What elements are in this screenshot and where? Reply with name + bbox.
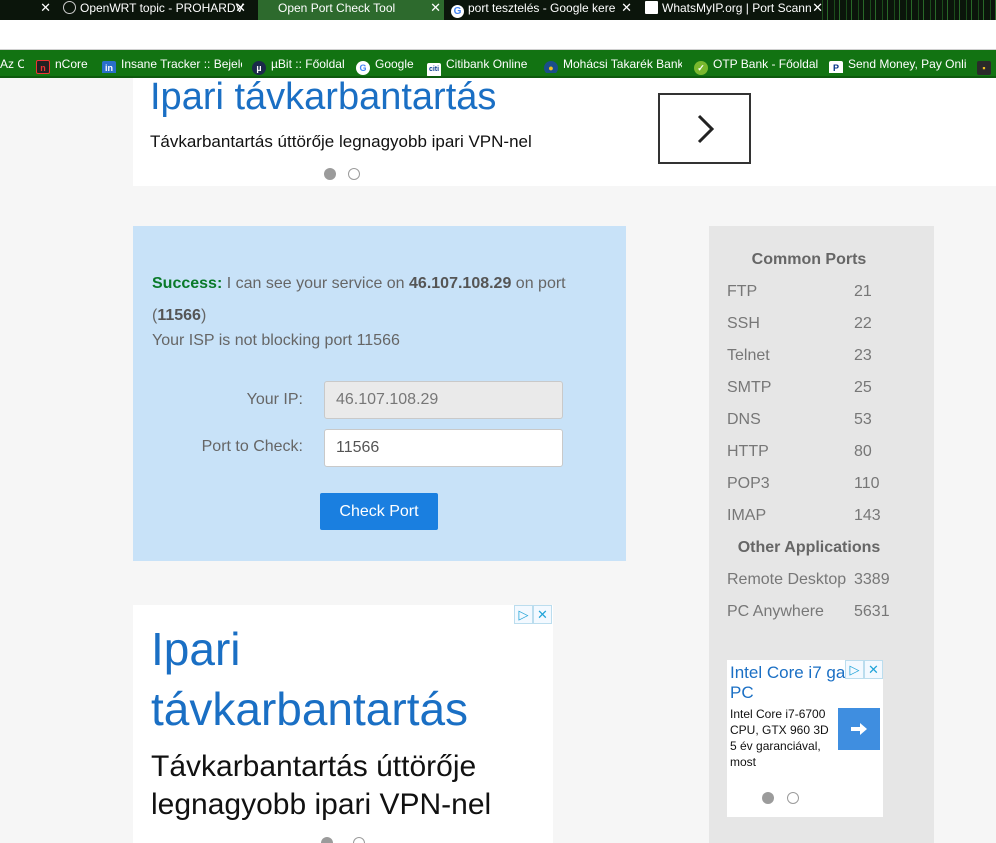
tabbar-background bbox=[816, 0, 996, 20]
folder-icon: ▪ bbox=[977, 61, 991, 75]
browser-tab-bar: ✕ OpenWRT topic - PROHARDV ✕ Open Port C… bbox=[0, 0, 996, 20]
ad-pager-dot-active[interactable] bbox=[762, 792, 774, 804]
bottom-ad-banner[interactable]: ▷ ✕ Ipari távkarbantartás Távkarbantartás… bbox=[133, 605, 553, 843]
tab-label: WhatsMyIP.org | Port Scann bbox=[662, 1, 812, 15]
tab-whatsmyip[interactable]: WhatsMyIP.org | Port Scann ✕ bbox=[645, 0, 823, 20]
citibank-icon: citi bbox=[427, 63, 441, 76]
app-port: 5631 bbox=[854, 603, 890, 620]
bookmark-item[interactable]: ▪ bbox=[977, 55, 996, 75]
port-number: 110 bbox=[854, 475, 880, 492]
ad-headline[interactable]: Ipari távkarbantartás bbox=[151, 619, 553, 739]
address-bar-area[interactable] bbox=[0, 20, 996, 50]
adchoices-icon[interactable]: ▷ bbox=[845, 660, 864, 679]
google-icon: G bbox=[356, 61, 370, 75]
tab-close-partial[interactable]: ✕ bbox=[37, 0, 51, 20]
bookmark-item[interactable]: in Insane Tracker :: Bejele bbox=[102, 55, 242, 73]
ip-field[interactable] bbox=[324, 381, 563, 419]
port-name[interactable]: POP3 bbox=[727, 475, 770, 493]
bookmark-item[interactable]: P Send Money, Pay Onli bbox=[829, 55, 967, 73]
close-icon[interactable]: ✕ bbox=[621, 0, 632, 15]
bookmark-item[interactable]: ✓ OTP Bank - Főoldal bbox=[694, 55, 818, 75]
ad-go-button[interactable] bbox=[838, 708, 880, 750]
arrow-right-icon bbox=[851, 723, 867, 735]
success-label: Success: bbox=[152, 275, 223, 292]
port-number: 25 bbox=[854, 379, 872, 396]
app-port: 3389 bbox=[854, 571, 890, 588]
port-name[interactable]: SMTP bbox=[727, 379, 771, 397]
ad-choices[interactable]: ▷ ✕ bbox=[845, 660, 883, 680]
common-ports-title: Common Ports bbox=[751, 251, 867, 268]
bookmark-item[interactable]: citi Citibank Online bbox=[427, 55, 527, 76]
bookmarks-bar: Az C n nCore in Insane Tracker :: Bejele µ… bbox=[0, 50, 996, 78]
close-icon[interactable]: ✕ bbox=[40, 0, 51, 15]
ncore-icon: n bbox=[36, 60, 50, 74]
tab-label: OpenWRT topic - PROHARDV bbox=[80, 1, 244, 15]
close-icon[interactable]: ✕ bbox=[864, 660, 883, 679]
ad-subline: Távkarbantartás úttörője legnagyobb ipar… bbox=[150, 132, 532, 151]
favicon-icon bbox=[645, 1, 658, 14]
ad-pager-dot[interactable] bbox=[353, 837, 365, 843]
ip-label: Your IP: bbox=[246, 391, 303, 408]
tab-google-search[interactable]: Gport tesztelés - Google kere ✕ bbox=[451, 0, 632, 20]
bookmark-item[interactable]: Az C bbox=[0, 55, 24, 73]
app-name[interactable]: PC Anywhere bbox=[727, 603, 824, 621]
ad-pager-dot-active[interactable] bbox=[324, 168, 336, 180]
port-name[interactable]: SSH bbox=[727, 315, 760, 333]
insane-tracker-icon: in bbox=[102, 61, 116, 73]
bank-icon: ● bbox=[544, 61, 558, 73]
close-icon[interactable]: ✕ bbox=[812, 0, 823, 15]
port-name[interactable]: HTTP bbox=[727, 443, 769, 461]
result-port: 11566 bbox=[157, 307, 201, 324]
ad-subline: Távkarbantartás úttörője legnagyobb ipar… bbox=[151, 750, 492, 821]
bookmark-item[interactable]: ● Mohácsi Takarék Bank bbox=[544, 55, 682, 73]
ad-headline[interactable]: Ipari távkarbantartás bbox=[150, 76, 496, 119]
paypal-icon: P bbox=[829, 61, 843, 73]
bookmark-item[interactable]: µ µBit :: Főoldal bbox=[252, 55, 345, 75]
ad-description: Intel Core i7-6700 CPU, GTX 960 3D 5 év … bbox=[730, 707, 829, 769]
close-icon[interactable]: ✕ bbox=[235, 0, 246, 15]
other-applications-title: Other Applications bbox=[737, 539, 881, 556]
port-number: 23 bbox=[854, 347, 872, 364]
tab-openwrt[interactable]: OpenWRT topic - PROHARDV ✕ bbox=[63, 0, 246, 20]
top-ad-banner[interactable]: Ipari távkarbantartás Távkarbantartás út… bbox=[133, 76, 996, 186]
port-label: Port to Check: bbox=[201, 438, 303, 455]
otp-icon: ✓ bbox=[694, 61, 708, 75]
sidebar: Common Ports FTP 21 SSH 22 Telnet 23 SMT… bbox=[709, 226, 934, 843]
close-icon[interactable]: ✕ bbox=[430, 0, 441, 15]
ubit-icon: µ bbox=[252, 61, 266, 75]
port-name[interactable]: Telnet bbox=[727, 347, 770, 365]
result-message: Success: I can see your service on 46.10… bbox=[152, 275, 566, 324]
tab-open-port-check[interactable]: Open Port Check Tool ✕ bbox=[258, 0, 444, 20]
app-name[interactable]: Remote Desktop bbox=[727, 571, 846, 589]
favicon-icon bbox=[63, 1, 76, 14]
port-number: 21 bbox=[854, 283, 872, 300]
tab-label: port tesztelés - Google kere bbox=[468, 1, 616, 15]
port-check-panel: Success: I can see your service on 46.10… bbox=[133, 226, 626, 561]
ad-next-button[interactable] bbox=[658, 93, 751, 164]
ad-pager-dot[interactable] bbox=[787, 792, 799, 804]
port-number: 143 bbox=[854, 507, 881, 524]
ad-pager-dot-active[interactable] bbox=[321, 837, 333, 843]
check-port-button[interactable]: Check Port bbox=[320, 493, 438, 530]
port-name[interactable]: DNS bbox=[727, 411, 761, 429]
sidebar-ad[interactable]: Intel Core i7 gamer PC ▷ ✕ Intel Core i7-… bbox=[727, 660, 883, 817]
port-number: 80 bbox=[854, 443, 872, 460]
port-name[interactable]: FTP bbox=[727, 283, 757, 301]
result-ip: 46.107.108.29 bbox=[409, 275, 512, 292]
tab-label: Open Port Check Tool bbox=[278, 1, 396, 15]
ad-pager-dot[interactable] bbox=[348, 168, 360, 180]
bookmark-item[interactable]: n nCore bbox=[36, 55, 88, 74]
isp-note: Your ISP is not blocking port 11566 bbox=[152, 332, 400, 349]
chevron-right-icon bbox=[697, 114, 714, 143]
google-icon: G bbox=[451, 5, 464, 18]
port-name[interactable]: IMAP bbox=[727, 507, 766, 525]
bookmark-item[interactable]: G Google bbox=[356, 55, 414, 75]
port-number: 22 bbox=[854, 315, 872, 332]
port-number: 53 bbox=[854, 411, 872, 428]
port-field[interactable] bbox=[324, 429, 563, 467]
